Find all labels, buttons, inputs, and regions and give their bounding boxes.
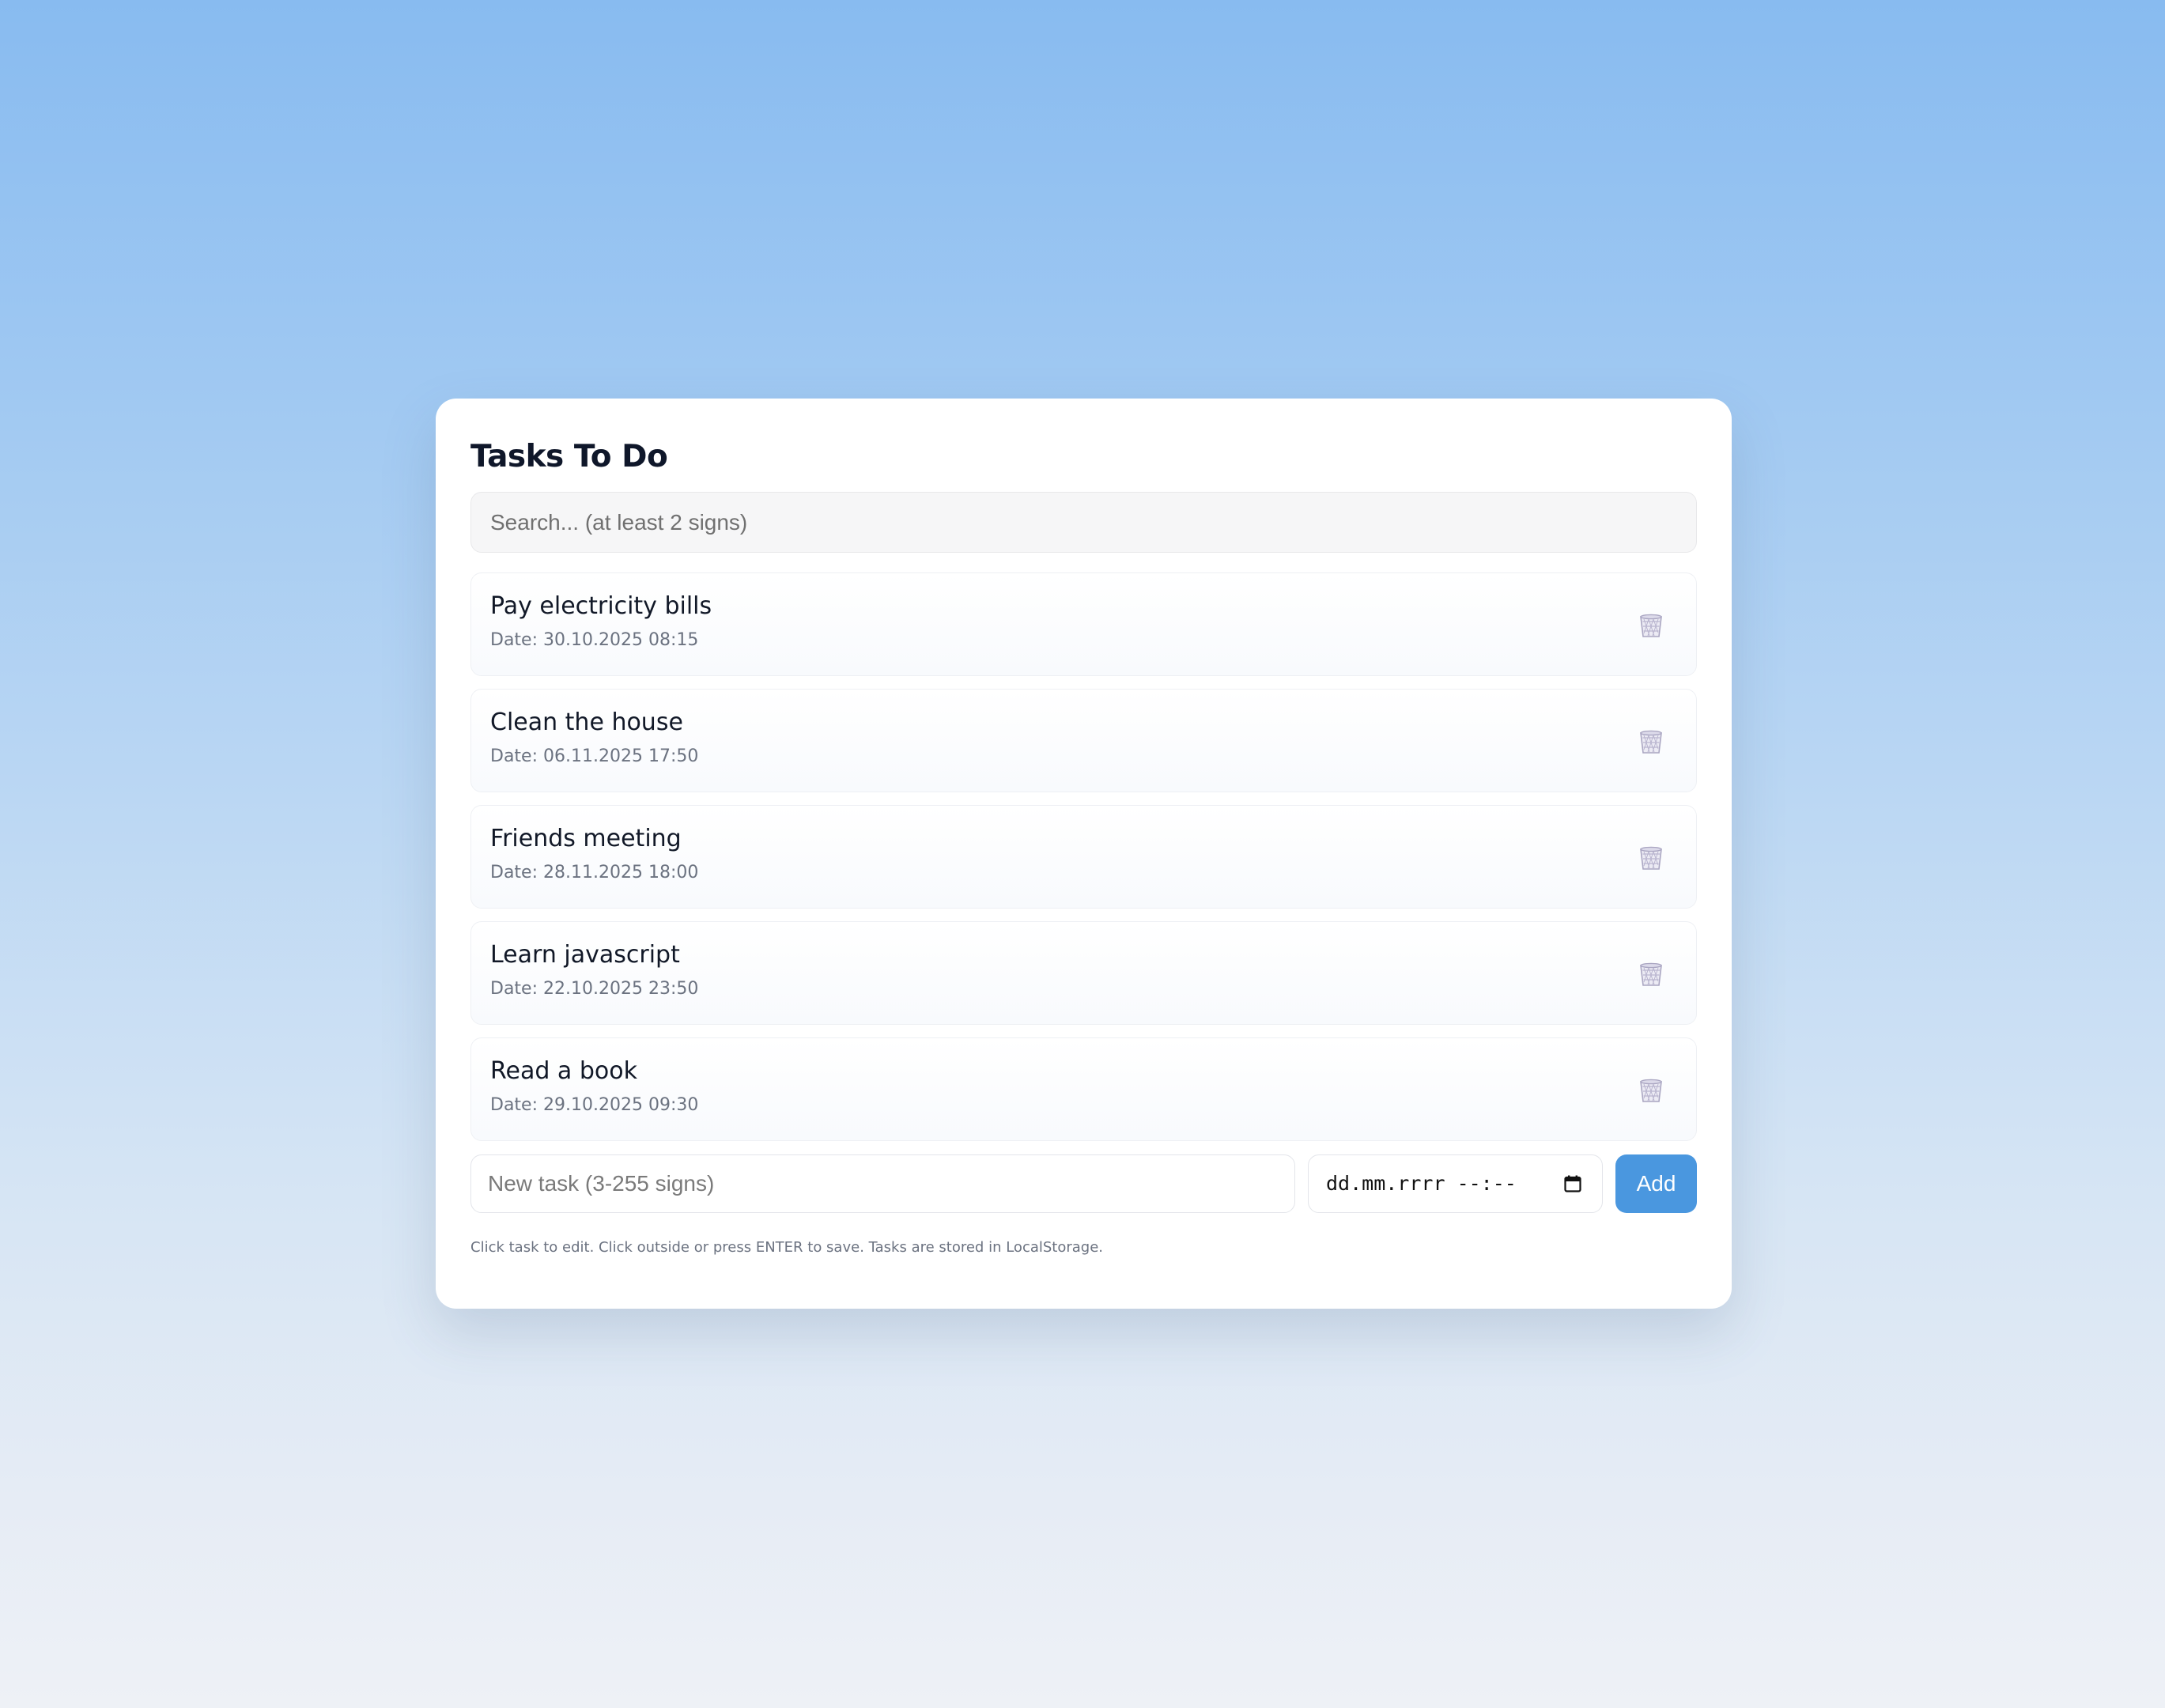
date-time-placeholder: dd.mm.rrrr --:--	[1326, 1172, 1517, 1195]
delete-task-button[interactable]	[1636, 1075, 1666, 1105]
task-date: Date: 29.10.2025 09:30	[490, 1095, 699, 1115]
task-title[interactable]: Read a book	[490, 1056, 1677, 1087]
help-text: Click task to edit. Click outside or pre…	[470, 1239, 1104, 1256]
search-input[interactable]	[470, 492, 1697, 553]
new-task-input[interactable]	[470, 1154, 1295, 1213]
task-title[interactable]: Friends meeting	[490, 823, 1677, 855]
task-item[interactable]: Clean the house Date: 06.11.2025 17:50	[470, 689, 1697, 792]
task-title[interactable]: Clean the house	[490, 707, 1677, 739]
task-date: Date: 06.11.2025 17:50	[490, 746, 699, 766]
todo-card: Tasks To Do Pay electricity bills Date: …	[436, 399, 1732, 1309]
task-date: Date: 28.11.2025 18:00	[490, 863, 699, 882]
task-date: Date: 30.10.2025 08:15	[490, 630, 699, 650]
page-title: Tasks To Do	[470, 439, 668, 474]
task-item[interactable]: Learn javascript Date: 22.10.2025 23:50	[470, 921, 1697, 1025]
task-list: Pay electricity bills Date: 30.10.2025 0…	[470, 572, 1697, 1141]
trash-bin-icon	[1640, 614, 1662, 637]
task-date: Date: 22.10.2025 23:50	[490, 979, 699, 999]
trash-bin-icon	[1640, 730, 1662, 754]
task-item[interactable]: Friends meeting Date: 28.11.2025 18:00	[470, 805, 1697, 909]
trash-bin-icon	[1640, 962, 1662, 986]
delete-task-button[interactable]	[1636, 842, 1666, 872]
task-item[interactable]: Pay electricity bills Date: 30.10.2025 0…	[470, 572, 1697, 676]
task-item[interactable]: Read a book Date: 29.10.2025 09:30	[470, 1037, 1697, 1141]
delete-task-button[interactable]	[1636, 958, 1666, 988]
date-time-input[interactable]: dd.mm.rrrr --:--	[1308, 1154, 1603, 1213]
task-title[interactable]: Pay electricity bills	[490, 591, 1677, 622]
add-task-button[interactable]: Add	[1615, 1154, 1697, 1213]
add-task-row: dd.mm.rrrr --:-- Add	[470, 1154, 1697, 1213]
trash-bin-icon	[1640, 846, 1662, 870]
delete-task-button[interactable]	[1636, 726, 1666, 756]
task-title[interactable]: Learn javascript	[490, 939, 1677, 971]
trash-bin-icon	[1640, 1079, 1662, 1102]
delete-task-button[interactable]	[1636, 610, 1666, 640]
calendar-icon[interactable]	[1564, 1175, 1581, 1192]
